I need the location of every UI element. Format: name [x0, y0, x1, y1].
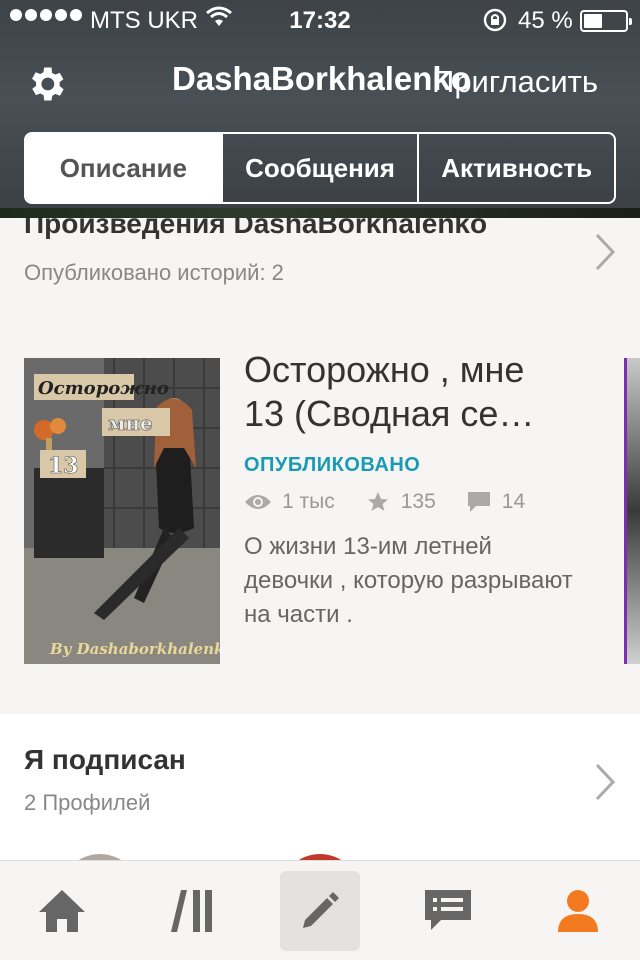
votes-count: 135: [400, 490, 436, 513]
profile-username: DashaBorkhalenko: [172, 60, 471, 97]
svg-text:мне: мне: [108, 411, 153, 435]
status-bar: MTS UKR 17:32 45 %: [0, 0, 640, 40]
profile-header: MTS UKR 17:32 45 % DashaBorkhalenko Приг…: [0, 0, 640, 218]
profile-content[interactable]: Произведения DashaBorkhalenko Опубликова…: [0, 218, 640, 860]
next-story-cover-peek[interactable]: [624, 358, 640, 664]
comment-icon: [467, 492, 490, 512]
story-description: О жизни 13-им летней девочки , которую р…: [244, 533, 573, 628]
nav-messages[interactable]: [408, 871, 488, 951]
views-count: 1 тыс: [282, 490, 335, 513]
story-cover-image: Осторожно мне 13 By Dashaborkhalenko: [24, 358, 220, 664]
works-section: Произведения DashaBorkhalenko Опубликова…: [0, 218, 640, 714]
invite-button[interactable]: Пригласить: [432, 64, 598, 100]
chevron-right-icon[interactable]: [594, 232, 616, 272]
library-icon: [171, 890, 212, 932]
comments-stat: 14: [466, 490, 525, 514]
gear-icon[interactable]: [24, 62, 68, 106]
story-cover[interactable]: Осторожно мне 13 By Dashaborkhalenko: [24, 358, 220, 664]
votes-stat: 135: [365, 490, 436, 514]
battery-percent: 45 %: [518, 7, 573, 34]
tab-description[interactable]: Описание: [26, 134, 221, 202]
profile-icon: [558, 890, 598, 932]
svg-text:13: 13: [48, 453, 79, 479]
svg-text:By Dashaborkhalenko: By Dashaborkhalenko: [49, 640, 220, 658]
message-icon: [425, 890, 471, 930]
battery-icon: [580, 10, 632, 32]
story-status-badge: ОПУБЛИКОВАНО: [244, 454, 421, 476]
rotation-lock-icon: [483, 8, 507, 32]
story-stats: 1 тыс 135 14: [244, 490, 555, 514]
comments-count: 14: [501, 490, 526, 513]
following-section[interactable]: Я подписан 2 Профилей: [0, 714, 640, 860]
bottom-nav: [0, 860, 640, 960]
nav-library[interactable]: [152, 871, 232, 951]
story-title-line-1: Осторожно , мне: [244, 349, 525, 390]
star-icon: [367, 492, 388, 511]
eye-icon: [245, 495, 271, 509]
tab-messages[interactable]: Сообщения: [220, 134, 418, 202]
nav-write[interactable]: [280, 871, 360, 951]
nav-home[interactable]: [22, 871, 102, 951]
profile-tabs: Описание Сообщения Активность: [24, 132, 616, 204]
works-count: Опубликовано историй: 2: [24, 260, 284, 285]
following-count: 2 Профилей: [24, 790, 151, 815]
works-title[interactable]: Произведения DashaBorkhalenko: [24, 218, 487, 240]
following-title: Я подписан: [24, 744, 186, 775]
chevron-right-icon[interactable]: [594, 762, 616, 802]
home-icon: [39, 890, 85, 932]
story-title[interactable]: Осторожно , мне 13 (Сводная се…: [244, 348, 594, 436]
pencil-icon: [303, 892, 339, 928]
nav-profile[interactable]: [538, 871, 618, 951]
views-stat: 1 тыс: [244, 490, 335, 514]
story-title-line-2: 13 (Сводная се…: [244, 393, 535, 434]
svg-text:Осторожно: Осторожно: [38, 378, 169, 399]
tab-activity[interactable]: Активность: [417, 134, 614, 202]
